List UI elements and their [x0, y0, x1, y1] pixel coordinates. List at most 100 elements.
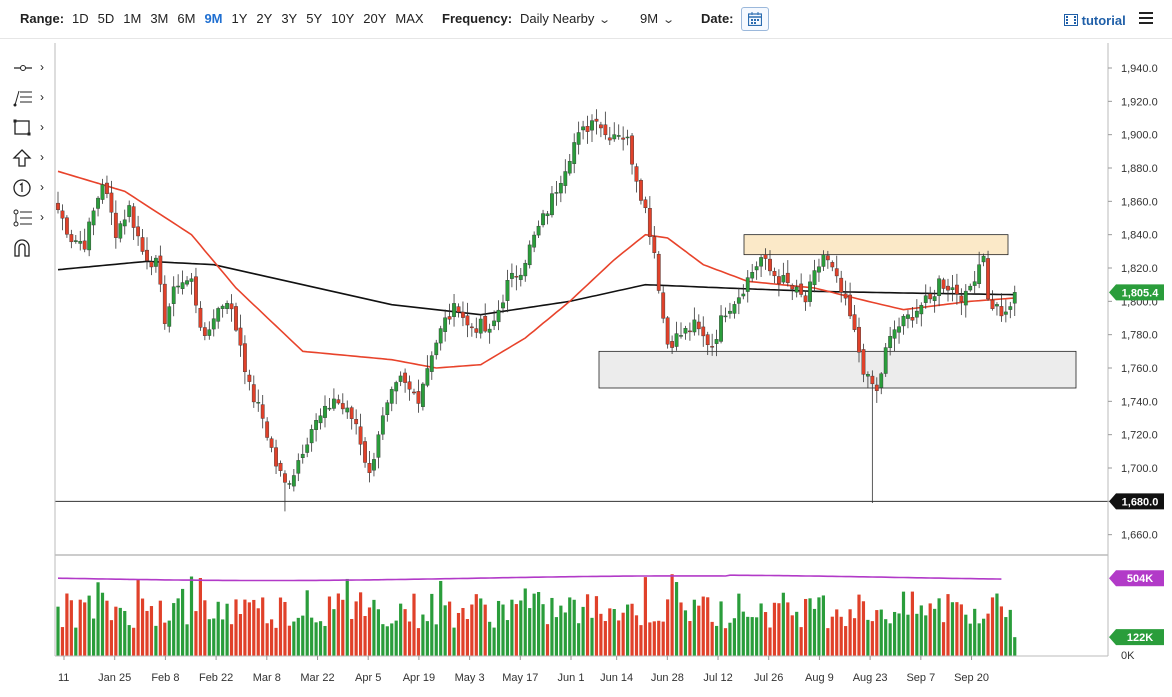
candle-body	[256, 402, 261, 404]
volume-bar	[559, 605, 563, 656]
candle-body	[300, 453, 305, 459]
range-button-10y[interactable]: 10Y	[331, 11, 354, 26]
range-button-20y[interactable]: 20Y	[363, 11, 386, 26]
x-tick-label: Aug 9	[805, 672, 834, 684]
candle-body	[705, 334, 710, 346]
candle	[496, 300, 501, 331]
volume-bar	[563, 612, 567, 656]
candle-body	[478, 318, 483, 334]
candle-body	[834, 268, 839, 277]
candle	[398, 371, 403, 387]
candle-body	[581, 126, 586, 131]
candle-body	[1008, 306, 1013, 310]
frequency-select[interactable]: Daily Nearby ⌄	[520, 11, 611, 26]
candle-body	[443, 317, 448, 332]
volume-bar	[982, 618, 986, 656]
range-button-5y[interactable]: 5Y	[306, 11, 322, 26]
volume-bar	[394, 620, 398, 656]
candle-body	[821, 254, 826, 267]
calendar-button[interactable]	[741, 7, 769, 31]
range-button-max[interactable]: MAX	[395, 11, 423, 26]
candle	[923, 284, 928, 309]
candle	[202, 322, 207, 341]
range-button-9m[interactable]: 9M	[204, 11, 222, 26]
candle-body	[777, 276, 781, 284]
period-select[interactable]: 9M ⌄	[640, 11, 676, 26]
candle	[323, 395, 327, 428]
volume-bar	[741, 611, 745, 656]
volume-bar	[634, 615, 639, 656]
volume-bar	[719, 601, 723, 656]
range-button-2y[interactable]: 2Y	[256, 11, 272, 26]
candle-body	[225, 302, 229, 309]
range-button-1d[interactable]: 1D	[72, 11, 89, 26]
volume-bar	[283, 601, 287, 656]
candle	[113, 200, 118, 249]
volume-bar	[430, 593, 434, 656]
range-button-5d[interactable]: 5D	[98, 11, 115, 26]
candle	[380, 407, 385, 440]
volume-bar	[915, 613, 919, 656]
range-button-1y[interactable]: 1Y	[232, 11, 248, 26]
range-button-3m[interactable]: 3M	[150, 11, 168, 26]
last-volume-badge: 122K	[1109, 629, 1164, 646]
volume-bar	[550, 597, 554, 656]
range-button-6m[interactable]: 6M	[177, 11, 195, 26]
range-button-1m[interactable]: 1M	[123, 11, 141, 26]
volume-bar	[363, 616, 367, 656]
support-zone	[598, 350, 1077, 389]
volume-bar	[946, 594, 950, 656]
volume-bar	[808, 598, 812, 656]
candle	[585, 115, 590, 144]
candle	[830, 260, 835, 272]
candle	[229, 294, 234, 322]
range-label: Range:	[20, 11, 65, 26]
volume-bar	[56, 606, 60, 656]
volume-bar	[479, 598, 483, 656]
candle-body	[558, 183, 563, 194]
chevron-down-icon: ⌄	[662, 14, 676, 26]
volume-bar	[452, 627, 456, 656]
volume-bar	[207, 619, 211, 656]
tutorial-link[interactable]: tutorial	[1064, 13, 1126, 28]
volume-bar	[817, 597, 821, 656]
candle-body	[923, 295, 928, 303]
candle-body	[906, 314, 910, 319]
candle	[1008, 301, 1013, 319]
candle	[234, 302, 238, 332]
candle	[421, 382, 425, 411]
candle-body	[314, 420, 318, 430]
candle-body	[278, 462, 283, 471]
candle-body	[251, 384, 256, 403]
volume-bar	[216, 601, 220, 656]
volume-bar	[666, 599, 670, 656]
candle	[781, 262, 786, 285]
candle	[910, 306, 915, 328]
candle	[309, 424, 314, 452]
range-button-3y[interactable]: 3Y	[281, 11, 297, 26]
volume-bar	[185, 624, 189, 656]
candle-body	[265, 421, 270, 438]
candle-body	[781, 275, 786, 283]
volume-bar	[243, 599, 247, 656]
price-chart[interactable]: 1,660.0 1,680.0 1,700.0 1,720.0 1,740.0 1,760…	[0, 38, 1172, 697]
candle-body	[274, 447, 278, 467]
candle	[977, 251, 982, 289]
candle	[514, 265, 519, 291]
hamburger-menu-icon[interactable]	[1139, 12, 1153, 24]
candle-body	[883, 347, 888, 374]
volume-bar	[844, 626, 848, 656]
volume-bar	[697, 605, 701, 656]
volume-bar	[407, 621, 412, 656]
volume-bar	[416, 628, 421, 656]
candle-body	[492, 320, 496, 327]
range-buttons: 1D 5D 1M 3M 6M 9M 1Y 2Y 3Y 5Y 10Y 20Y MAX	[72, 11, 433, 26]
candle	[211, 309, 216, 337]
candle-body	[745, 277, 750, 292]
candle-body	[171, 286, 176, 304]
candle-body	[105, 182, 109, 194]
volume-bar	[96, 582, 100, 656]
candle	[581, 120, 586, 140]
volume-bar	[657, 620, 661, 656]
volume-bar	[456, 612, 461, 656]
